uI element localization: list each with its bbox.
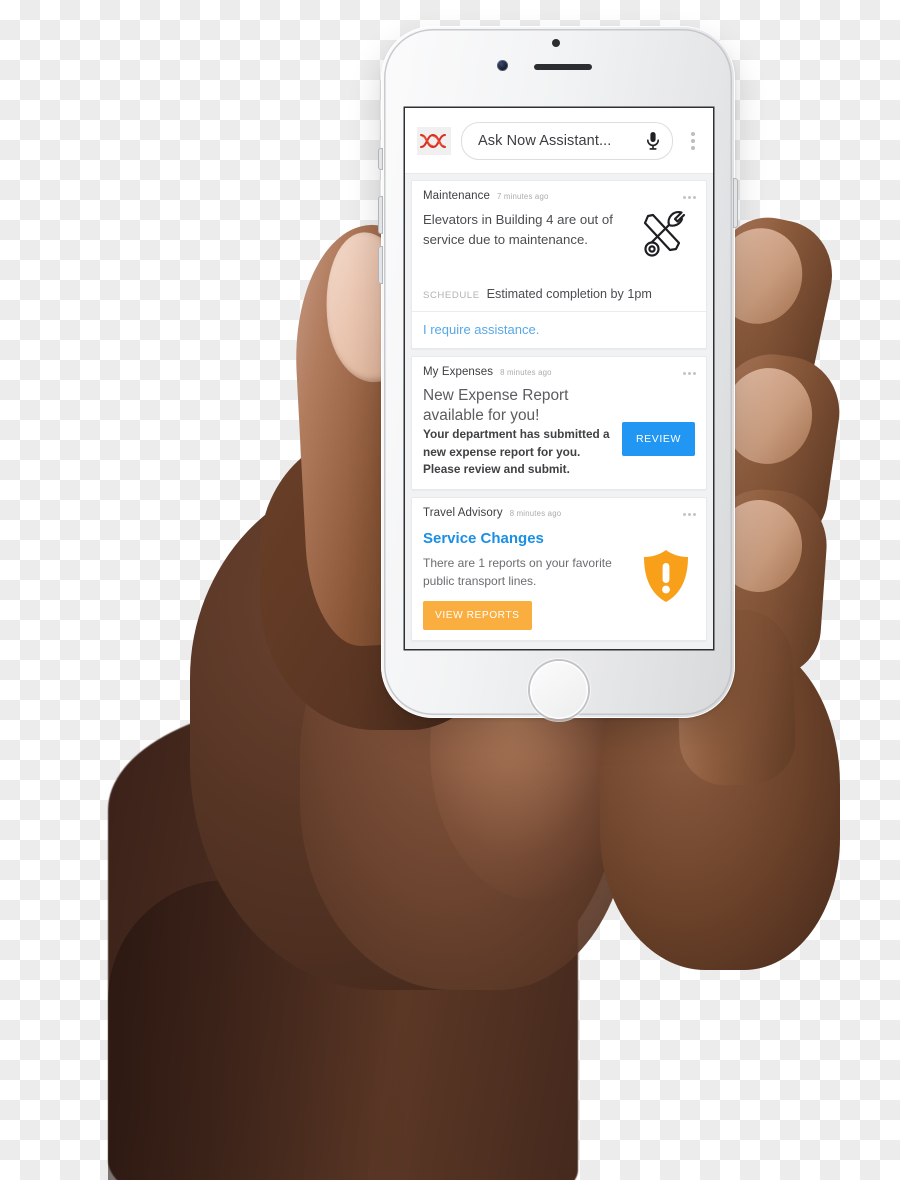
- more-options-icon[interactable]: [683, 196, 696, 201]
- phone-screen: Ask Now Assistant... Maintenance 7 minut…: [405, 108, 713, 649]
- card-header: Maintenance 7 minutes ago: [412, 181, 706, 206]
- travel-body-text: There are 1 reports on your favorite pub…: [423, 555, 612, 588]
- card-timestamp: 8 minutes ago: [509, 508, 562, 518]
- microphone-icon[interactable]: [646, 131, 660, 151]
- notification-feed: Maintenance 7 minutes ago Elevators in B…: [405, 174, 713, 649]
- shield-warning-icon: [641, 548, 695, 609]
- card-body: Service Changes There are 1 reports on y…: [412, 523, 706, 640]
- screenshot-stage: Ask Now Assistant... Maintenance 7 minut…: [0, 0, 900, 1180]
- require-assistance-link[interactable]: I require assistance.: [412, 311, 706, 348]
- more-options-icon[interactable]: [683, 372, 696, 377]
- card-body: Elevators in Building 4 are out of servi…: [412, 206, 706, 275]
- expense-body-text: Your department has submitted a new expe…: [423, 427, 610, 476]
- volume-up-button[interactable]: [378, 196, 383, 234]
- search-placeholder-text: Ask Now Assistant...: [478, 132, 612, 149]
- card-body: New Expense Report available for you! Yo…: [412, 382, 706, 489]
- search-input[interactable]: Ask Now Assistant...: [461, 121, 673, 160]
- schedule-label: SCHEDULE: [423, 290, 480, 301]
- double-x-logo-icon[interactable]: [417, 126, 451, 155]
- tools-icon: [639, 210, 695, 265]
- expense-heading: New Expense Report available for you!: [423, 387, 569, 424]
- card-maintenance[interactable]: Maintenance 7 minutes ago Elevators in B…: [411, 180, 707, 349]
- front-camera-icon: [497, 60, 508, 71]
- proximity-sensor-icon: [552, 39, 560, 47]
- schedule-row: SCHEDULE Estimated completion by 1pm: [412, 275, 706, 311]
- card-timestamp: 7 minutes ago: [496, 192, 549, 201]
- view-reports-button[interactable]: VIEW REPORTS: [423, 600, 532, 630]
- card-title: My Expenses: [423, 366, 494, 378]
- kebab-menu-icon[interactable]: [683, 127, 703, 155]
- more-options-icon[interactable]: [683, 512, 696, 518]
- review-button[interactable]: REVIEW: [621, 422, 695, 457]
- power-button[interactable]: [733, 178, 738, 228]
- earpiece-speaker: [534, 64, 592, 70]
- card-header: My Expenses 8 minutes ago: [412, 357, 706, 382]
- app-topbar: Ask Now Assistant...: [405, 108, 713, 174]
- card-timestamp: 8 minutes ago: [500, 368, 552, 377]
- volume-down-button[interactable]: [378, 246, 383, 284]
- card-travel-advisory[interactable]: Travel Advisory 8 minutes ago Service Ch…: [411, 496, 707, 641]
- schedule-value: Estimated completion by 1pm: [486, 287, 652, 301]
- card-my-expenses[interactable]: My Expenses 8 minutes ago New Expense Re…: [411, 356, 707, 490]
- maintenance-message: Elevators in Building 4 are out of servi…: [423, 212, 613, 247]
- mute-switch[interactable]: [378, 148, 383, 170]
- card-header: Travel Advisory 8 minutes ago: [412, 498, 706, 523]
- card-title: Travel Advisory: [423, 506, 503, 519]
- home-button[interactable]: [530, 661, 588, 719]
- card-title: Maintenance: [423, 190, 490, 202]
- service-changes-heading: Service Changes: [423, 529, 544, 547]
